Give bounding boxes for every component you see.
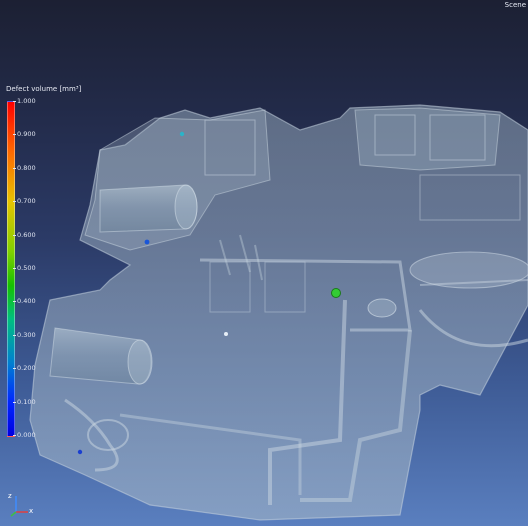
legend-title: Defect volume [mm³]	[6, 85, 82, 93]
upper-block	[354, 107, 501, 171]
legend-tick: 0.400	[13, 297, 36, 305]
legend-tick: 0.700	[13, 197, 36, 205]
legend-tick: 0.600	[13, 231, 36, 239]
legend-tick: 1.000	[13, 97, 36, 105]
lower-cylinder-end	[127, 339, 153, 385]
defect-cyan	[179, 131, 185, 137]
colorbar	[7, 101, 15, 437]
color-legend: Defect volume [mm³] 1.000 0.900 0.800 0.…	[0, 0, 81, 450]
defect-blue-2	[77, 449, 83, 455]
legend-tick: 0.300	[13, 331, 36, 339]
legend-tick: 0.200	[13, 364, 36, 372]
defect-green	[331, 288, 341, 298]
legend-tick: 0.500	[13, 264, 36, 272]
defect-blue-1	[144, 239, 150, 245]
legend-tick: 0.000	[13, 431, 36, 439]
upper-cylinder-end	[174, 184, 198, 230]
legend-tick: 0.900	[13, 130, 36, 138]
axis-z-label: z	[8, 492, 12, 500]
legend-tick: 0.100	[13, 398, 36, 406]
defect-white	[224, 332, 228, 336]
legend-tick: 0.800	[13, 164, 36, 172]
axis-x-label: x	[29, 507, 34, 515]
axis-gizmo-icon: z x	[8, 492, 36, 520]
circular-hole	[367, 298, 397, 318]
3d-viewport[interactable]	[0, 0, 528, 526]
